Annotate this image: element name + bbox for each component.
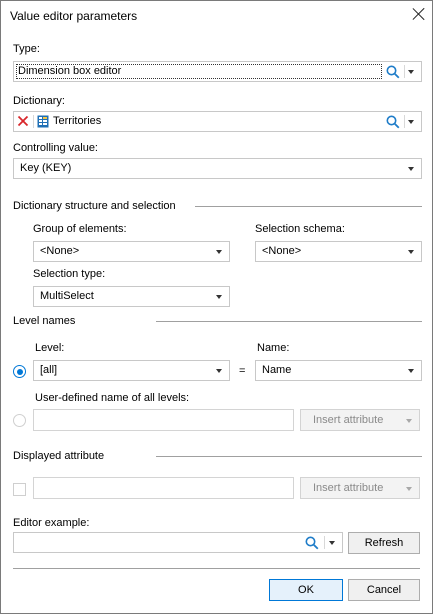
insert-attribute-button[interactable]: Insert attribute (300, 409, 420, 431)
user-defined-input[interactable] (33, 409, 294, 431)
selection-type-select[interactable]: MultiSelect (33, 286, 230, 307)
insert-attribute-label: Insert attribute (313, 414, 384, 426)
user-defined-label: User-defined name of all levels: (35, 392, 190, 404)
selection-type-value: MultiSelect (40, 290, 94, 302)
selection-type-label: Selection type: (33, 268, 106, 280)
selection-schema-value: <None> (262, 245, 302, 257)
chevron-down-icon[interactable] (401, 361, 421, 380)
chevron-down-icon (399, 411, 419, 430)
group-divider (156, 321, 422, 322)
value-editor-dialog: Value editor parameters Type: Dimension … (0, 0, 433, 614)
displayed-attribute-input[interactable] (33, 477, 294, 499)
clear-icon[interactable] (17, 115, 29, 127)
displayed-attribute-checkbox[interactable] (13, 483, 26, 496)
divider (33, 115, 34, 128)
chevron-down-icon[interactable] (401, 62, 421, 81)
level-radio[interactable] (13, 365, 26, 378)
level-label: Level: (35, 342, 65, 354)
structure-group-title: Dictionary structure and selection (13, 200, 176, 212)
level-value: [all] (40, 364, 58, 376)
selection-schema-select[interactable]: <None> (255, 241, 422, 262)
group-of-elements-select[interactable]: <None> (33, 241, 230, 262)
chevron-down-icon[interactable] (209, 242, 229, 261)
selection-schema-label: Selection schema: (255, 223, 345, 235)
dictionary-combobox[interactable]: Territories (13, 111, 422, 132)
chevron-down-icon (399, 479, 419, 498)
dictionary-label: Dictionary: (13, 95, 65, 107)
group-of-elements-label: Group of elements: (33, 223, 127, 235)
type-label: Type: (13, 43, 40, 55)
type-combobox[interactable]: Dimension box editor (13, 61, 422, 82)
name-select[interactable]: Name (255, 360, 422, 381)
displayed-attribute-group-title: Displayed attribute (13, 450, 105, 462)
chevron-down-icon[interactable] (401, 112, 421, 131)
user-defined-radio[interactable] (13, 414, 26, 427)
chevron-down-icon[interactable] (322, 533, 342, 552)
controlling-value: Key (KEY) (20, 162, 72, 174)
level-select[interactable]: [all] (33, 360, 230, 381)
search-icon[interactable] (386, 65, 400, 79)
search-icon[interactable] (386, 115, 400, 129)
name-value: Name (262, 364, 292, 376)
displayed-insert-attribute-label: Insert attribute (313, 482, 384, 494)
level-names-group-title: Level names (13, 315, 76, 327)
search-icon[interactable] (305, 536, 319, 550)
chevron-down-icon[interactable] (209, 287, 229, 306)
controlling-label: Controlling value: (13, 142, 98, 154)
ok-button[interactable]: OK (269, 579, 343, 601)
chevron-down-icon[interactable] (209, 361, 229, 380)
footer-divider (13, 568, 420, 569)
type-value: Dimension box editor (18, 65, 122, 77)
chevron-down-icon[interactable] (401, 159, 421, 178)
refresh-button[interactable]: Refresh (348, 532, 420, 554)
name-label: Name: (257, 342, 290, 354)
dialog-title: Value editor parameters (10, 9, 138, 23)
dictionary-icon (37, 115, 49, 128)
editor-example-label: Editor example: (13, 517, 90, 529)
close-icon[interactable] (410, 5, 428, 23)
dictionary-value: Territories (53, 115, 102, 127)
equals-sign: = (239, 365, 246, 377)
controlling-select[interactable]: Key (KEY) (13, 158, 422, 179)
cancel-button[interactable]: Cancel (348, 579, 420, 601)
group-divider (195, 206, 422, 207)
group-of-elements-value: <None> (40, 245, 80, 257)
chevron-down-icon[interactable] (401, 242, 421, 261)
displayed-insert-attribute-button[interactable]: Insert attribute (300, 477, 420, 499)
editor-example-combobox[interactable] (13, 532, 343, 553)
group-divider (156, 456, 422, 457)
